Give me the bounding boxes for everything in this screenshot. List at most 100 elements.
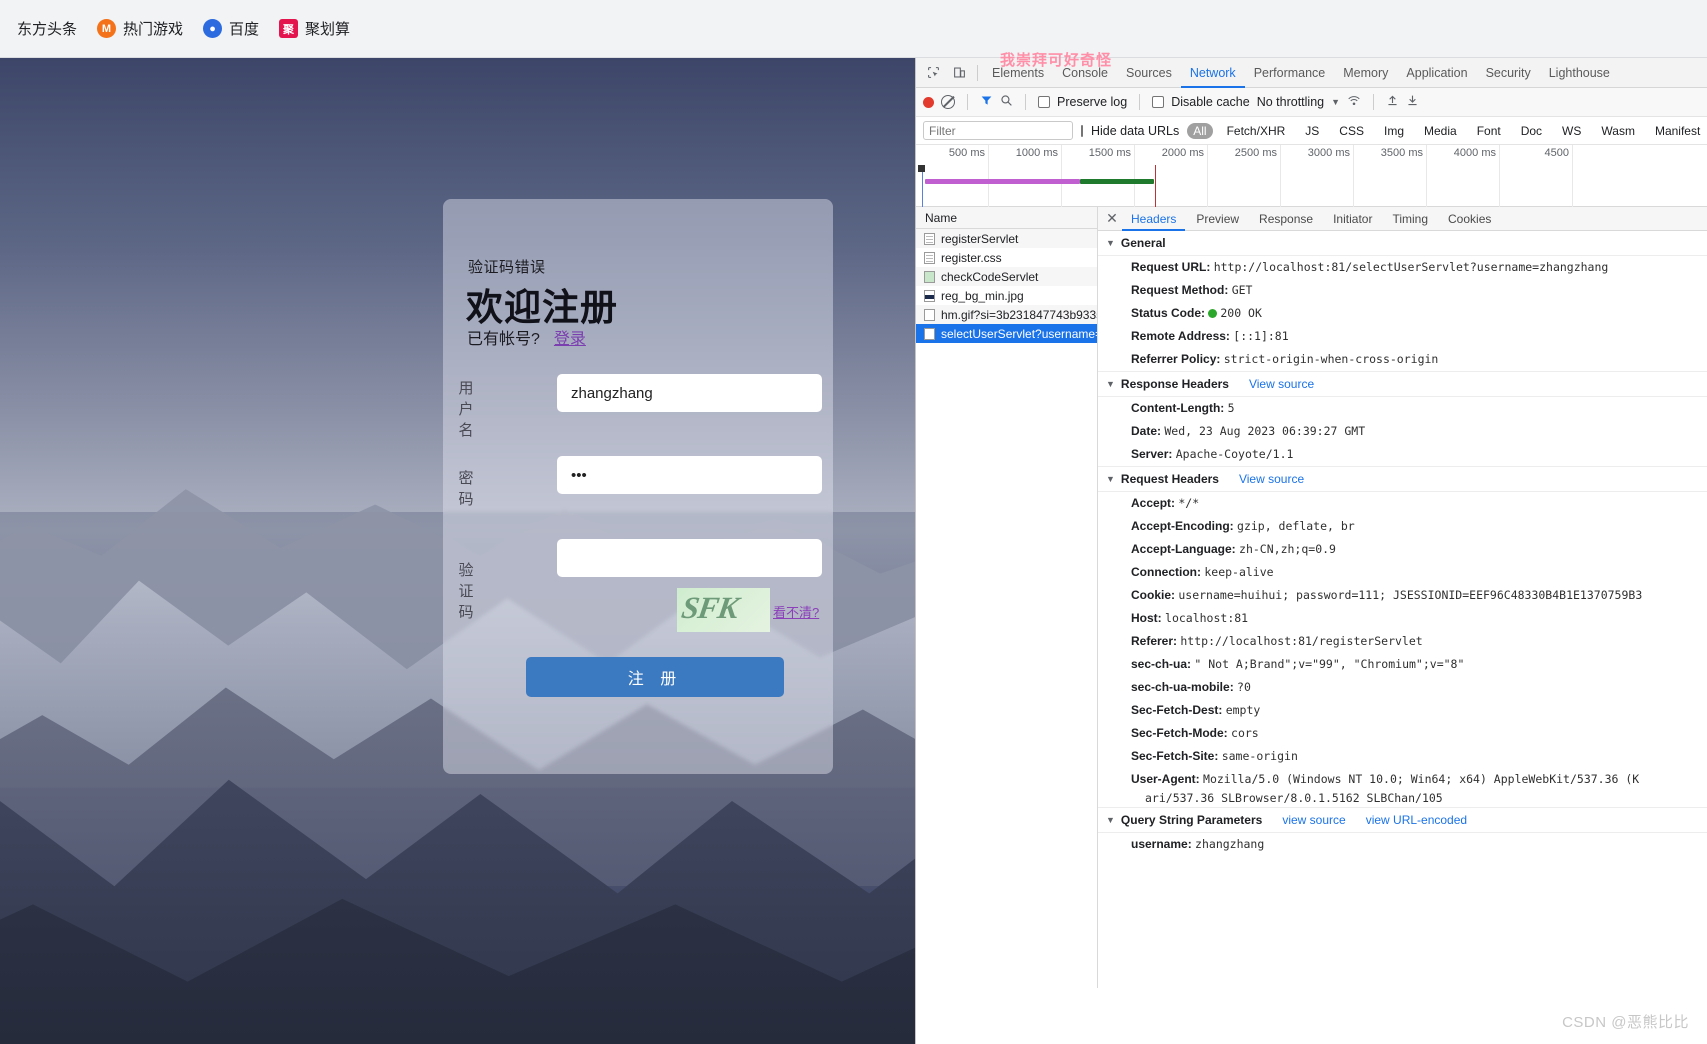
type-filter-font[interactable]: Font: [1471, 123, 1507, 139]
header-row: Connection: keep-alive: [1098, 561, 1707, 584]
throttling-select[interactable]: No throttling: [1257, 95, 1324, 109]
view-source-link[interactable]: view source: [1282, 813, 1345, 827]
toolbar-divider: [1373, 94, 1375, 110]
bookmark-dongfang[interactable]: 东方头条: [0, 14, 87, 44]
header-key: Accept-Encoding:: [1131, 519, 1234, 533]
tab-console[interactable]: Console: [1053, 58, 1117, 88]
captcha-image[interactable]: SFK: [677, 588, 770, 632]
header-key: Request Method:: [1131, 283, 1229, 297]
section-header[interactable]: ▼ Query String Parameters view source vi…: [1098, 808, 1707, 833]
header-value: ?0: [1237, 680, 1251, 694]
image-icon: [924, 289, 935, 302]
toggle-device-toolbar-icon[interactable]: [946, 61, 972, 85]
header-key: Referrer Policy:: [1131, 352, 1221, 366]
disable-cache-label: Disable cache: [1171, 95, 1250, 109]
preserve-log-checkbox[interactable]: [1038, 96, 1050, 108]
request-list-header: Name: [916, 207, 1097, 229]
tab-lighthouse[interactable]: Lighthouse: [1540, 58, 1619, 88]
detail-tab-timing[interactable]: Timing: [1383, 207, 1437, 231]
close-icon[interactable]: ✕: [1104, 209, 1120, 229]
type-filter-wasm[interactable]: Wasm: [1595, 123, 1641, 139]
type-filter-fetch-xhr[interactable]: Fetch/XHR: [1221, 123, 1292, 139]
filter-icon[interactable]: [980, 94, 993, 110]
overview-selection-window[interactable]: [922, 165, 1156, 207]
tab-sources[interactable]: Sources: [1117, 58, 1181, 88]
request-row-register-css[interactable]: register.css: [916, 248, 1097, 267]
captcha-refresh-link[interactable]: 看不清?: [773, 602, 819, 621]
type-filter-js[interactable]: JS: [1299, 123, 1325, 139]
juhuasuan-icon: 聚: [279, 19, 299, 38]
register-submit-button[interactable]: 注 册: [526, 657, 784, 697]
section-header[interactable]: ▼ General: [1098, 231, 1707, 256]
header-key: Content-Length:: [1131, 401, 1225, 415]
header-value: same-origin: [1221, 749, 1298, 763]
request-row-checkcodeservlet[interactable]: checkCodeServlet: [916, 267, 1097, 286]
request-row-reg-bg-min-jpg[interactable]: reg_bg_min.jpg: [916, 286, 1097, 305]
game-icon: M: [97, 19, 117, 38]
filter-input[interactable]: [923, 121, 1073, 140]
import-har-icon[interactable]: [1386, 94, 1399, 110]
tab-performance[interactable]: Performance: [1245, 58, 1335, 88]
type-filter-css[interactable]: CSS: [1333, 123, 1370, 139]
export-har-icon[interactable]: [1406, 94, 1419, 110]
section-query-string-parameters: ▼ Query String Parameters view source vi…: [1098, 807, 1707, 856]
tab-memory[interactable]: Memory: [1334, 58, 1397, 88]
view-url-encoded-link[interactable]: view URL-encoded: [1366, 813, 1467, 827]
captcha-input[interactable]: [557, 539, 822, 577]
inspect-element-icon[interactable]: [920, 61, 946, 85]
type-filter-ws[interactable]: WS: [1556, 123, 1587, 139]
password-input[interactable]: [557, 456, 822, 494]
network-filterbar: Hide data URLs All Fetch/XHR JS CSS Img …: [916, 117, 1707, 145]
header-row: Accept-Language: zh-CN,zh;q=0.9: [1098, 538, 1707, 561]
detail-tab-cookies[interactable]: Cookies: [1439, 207, 1500, 231]
login-link[interactable]: 登录: [554, 331, 586, 348]
network-overview[interactable]: 500 ms 1000 ms 1500 ms 2000 ms 2500 ms 3…: [916, 145, 1707, 207]
toolbar-divider: [1025, 94, 1026, 110]
header-key: sec-ch-ua:: [1131, 657, 1192, 671]
view-source-link[interactable]: View source: [1239, 472, 1304, 486]
request-row-selectuserservlet[interactable]: selectUserServlet?username=z...: [916, 324, 1097, 343]
hide-data-urls-checkbox[interactable]: [1081, 124, 1083, 137]
file-icon: [924, 308, 935, 321]
script-icon: [924, 270, 935, 283]
section-header[interactable]: ▼ Request Headers View source: [1098, 467, 1707, 492]
header-value: strict-origin-when-cross-origin: [1223, 352, 1439, 366]
overview-tick: 4500: [1544, 147, 1569, 159]
overview-handle-left[interactable]: [918, 165, 925, 172]
view-source-link[interactable]: View source: [1249, 377, 1314, 391]
overview-tick: 500 ms: [948, 147, 985, 159]
detail-tab-preview[interactable]: Preview: [1187, 207, 1248, 231]
type-filter-all[interactable]: All: [1187, 122, 1213, 139]
bookmark-baidu[interactable]: ● 百度: [193, 14, 269, 44]
request-row-hm-gif[interactable]: hm.gif?si=3b231847743b9335...: [916, 305, 1097, 324]
request-row-registerservlet[interactable]: registerServlet: [916, 229, 1097, 248]
tab-elements[interactable]: Elements: [983, 58, 1053, 88]
bookmark-games[interactable]: M 热门游戏: [87, 14, 193, 44]
header-row: Referer: http://localhost:81/registerSer…: [1098, 630, 1707, 653]
type-filter-doc[interactable]: Doc: [1515, 123, 1548, 139]
detail-tab-initiator[interactable]: Initiator: [1324, 207, 1381, 231]
record-button[interactable]: [923, 96, 934, 108]
disable-cache-checkbox[interactable]: [1152, 96, 1165, 108]
chevron-down-icon[interactable]: ▼: [1331, 97, 1340, 107]
header-key: Cookie:: [1131, 588, 1176, 602]
bookmark-juhuasuan[interactable]: 聚 聚划算: [269, 14, 360, 44]
search-icon[interactable]: [1000, 94, 1013, 110]
detail-tabbar: ✕ Headers Preview Response Initiator Tim…: [1098, 207, 1707, 231]
tab-application[interactable]: Application: [1397, 58, 1476, 88]
type-filter-manifest[interactable]: Manifest: [1649, 123, 1706, 139]
header-row: sec-ch-ua: " Not A;Brand";v="99", "Chrom…: [1098, 653, 1707, 676]
username-input[interactable]: [557, 374, 822, 412]
section-header[interactable]: ▼ Response Headers View source: [1098, 372, 1707, 397]
tab-security[interactable]: Security: [1477, 58, 1540, 88]
tab-network[interactable]: Network: [1181, 58, 1245, 88]
header-row: Content-Length: 5: [1098, 397, 1707, 420]
devtools-panel: Elements Console Sources Network Perform…: [915, 58, 1707, 1044]
type-filter-media[interactable]: Media: [1418, 123, 1463, 139]
network-conditions-icon[interactable]: [1347, 94, 1361, 110]
toolbar-divider: [977, 64, 978, 81]
clear-icon[interactable]: [941, 95, 955, 109]
detail-tab-headers[interactable]: Headers: [1122, 207, 1185, 231]
detail-tab-response[interactable]: Response: [1250, 207, 1322, 231]
type-filter-img[interactable]: Img: [1378, 123, 1410, 139]
